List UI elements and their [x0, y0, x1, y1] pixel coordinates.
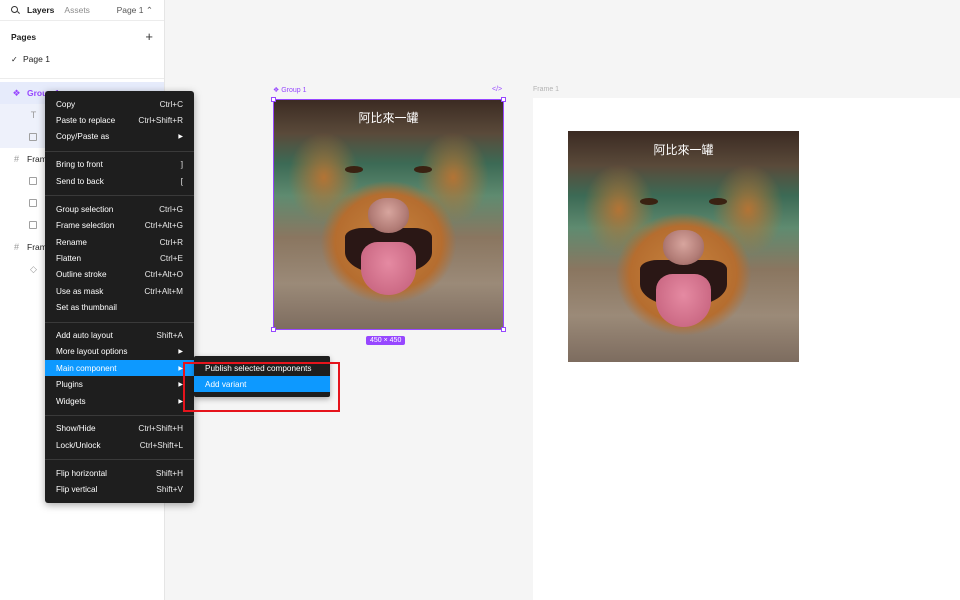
- add-page-icon[interactable]: +: [145, 30, 153, 43]
- menu-item-shortcut: [: [180, 176, 183, 186]
- menu-item-label: Use as mask: [56, 286, 104, 296]
- menu-item-show-hide[interactable]: Show/Hide Ctrl+Shift+H: [45, 420, 194, 436]
- menu-item-label: Show/Hide: [56, 423, 96, 433]
- menu-item-shortcut: Shift+A: [156, 330, 183, 340]
- menu-item-shortcut: Ctrl+G: [159, 204, 183, 214]
- menu-item-shortcut: Ctrl+Alt+M: [144, 286, 183, 296]
- menu-item-copy[interactable]: Copy Ctrl+C: [45, 96, 194, 112]
- menu-item-shortcut: Ctrl+Alt+G: [144, 220, 183, 230]
- image-caption: 阿比來一罐: [653, 143, 714, 157]
- page-selector[interactable]: Page 1 ⌃: [117, 5, 153, 16]
- diamond-icon: ◇: [30, 263, 37, 274]
- group-label[interactable]: ❖ Group 1: [273, 86, 307, 94]
- resize-handle[interactable]: [271, 97, 276, 102]
- page-item-label: Page 1: [23, 54, 50, 64]
- menu-item-label: Lock/Unlock: [56, 440, 101, 450]
- menu-item-flip-horizontal[interactable]: Flip horizontal Shift+H: [45, 465, 194, 481]
- menu-item-label: Flip horizontal: [56, 468, 107, 478]
- menu-item-label: Set as thumbnail: [56, 302, 117, 312]
- menu-item-outline-stroke[interactable]: Outline stroke Ctrl+Alt+O: [45, 266, 194, 282]
- menu-item-widgets[interactable]: Widgets ▶: [45, 393, 194, 409]
- panel-header: Layers Assets Page 1 ⌃: [0, 0, 164, 21]
- divider: [0, 78, 164, 79]
- menu-item-shortcut: Ctrl+E: [160, 253, 183, 263]
- menu-separator: [45, 415, 194, 416]
- code-icon[interactable]: </>: [492, 86, 502, 93]
- image-icon: [29, 221, 37, 229]
- image-icon: [29, 133, 37, 141]
- menu-item-shortcut: Ctrl+Shift+L: [139, 440, 183, 450]
- menu-item-group-selection[interactable]: Group selection Ctrl+G: [45, 201, 194, 217]
- menu-item-plugins[interactable]: Plugins ▶: [45, 376, 194, 392]
- menu-item-flip-vertical[interactable]: Flip vertical Shift+V: [45, 481, 194, 497]
- menu-item-flatten[interactable]: Flatten Ctrl+E: [45, 250, 194, 266]
- menu-item-more-layout-options[interactable]: More layout options ▶: [45, 343, 194, 359]
- tab-layers[interactable]: Layers: [27, 5, 54, 15]
- menu-item-label: Widgets: [56, 396, 86, 406]
- menu-item-shortcut: Ctrl+R: [159, 237, 183, 247]
- menu-item-shortcut: Ctrl+C: [159, 99, 183, 109]
- menu-item-label: Bring to front: [56, 159, 103, 169]
- menu-separator: [45, 459, 194, 460]
- frame-icon: #: [13, 153, 19, 164]
- menu-item-label: Add auto layout: [56, 330, 113, 340]
- menu-item-set-as-thumbnail[interactable]: Set as thumbnail: [45, 299, 194, 315]
- frame-label[interactable]: Frame 1: [533, 86, 559, 93]
- menu-item-shortcut: ]: [180, 159, 183, 169]
- dog-image[interactable]: 阿比來一罐: [568, 131, 799, 362]
- tab-assets[interactable]: Assets: [64, 5, 90, 15]
- menu-item-frame-selection[interactable]: Frame selection Ctrl+Alt+G: [45, 217, 194, 233]
- menu-item-shortcut: Ctrl+Alt+O: [144, 269, 183, 279]
- menu-item-label: Main component: [56, 363, 117, 373]
- search-icon[interactable]: [11, 5, 20, 15]
- text-icon: T: [30, 109, 37, 120]
- resize-handle[interactable]: [271, 327, 276, 332]
- menu-item-label: Flatten: [56, 253, 82, 263]
- menu-item-label: Plugins: [56, 379, 83, 389]
- menu-item-label: Flip vertical: [56, 484, 98, 494]
- selection-box: [273, 99, 504, 330]
- menu-separator: [45, 322, 194, 323]
- image-icon: [29, 199, 37, 207]
- menu-item-label: More layout options: [56, 346, 128, 356]
- menu-item-label: Paste to replace: [56, 115, 116, 125]
- menu-item-shortcut: Ctrl+Shift+H: [138, 423, 183, 433]
- menu-item-paste-to-replace[interactable]: Paste to replace Ctrl+Shift+R: [45, 112, 194, 128]
- image-icon: [29, 177, 37, 185]
- chevron-right-icon: ▶: [178, 348, 183, 355]
- menu-item-main-component[interactable]: Main component ▶: [45, 360, 194, 376]
- menu-item-label: Copy: [56, 99, 76, 109]
- page-item[interactable]: ✓ Page 1: [11, 54, 50, 64]
- menu-separator: [45, 195, 194, 196]
- menu-item-use-as-mask[interactable]: Use as mask Ctrl+Alt+M: [45, 283, 194, 299]
- menu-item-bring-to-front[interactable]: Bring to front]: [45, 156, 194, 172]
- menu-item-rename[interactable]: Rename Ctrl+R: [45, 234, 194, 250]
- highlight-annotation: [183, 362, 340, 412]
- menu-item-add-auto-layout[interactable]: Add auto layout Shift+A: [45, 327, 194, 343]
- chevron-right-icon: ▶: [178, 133, 183, 140]
- menu-item-lock-unlock[interactable]: Lock/Unlock Ctrl+Shift+L: [45, 437, 194, 453]
- menu-item-label: Group selection: [56, 204, 114, 214]
- menu-item-label: Rename: [56, 237, 87, 247]
- menu-item-label: Copy/Paste as: [56, 131, 110, 141]
- menu-item-label: Send to back: [56, 176, 104, 186]
- menu-item-label: Frame selection: [56, 220, 115, 230]
- component-icon: ❖: [12, 87, 21, 98]
- frame-icon: #: [13, 241, 19, 252]
- resize-handle[interactable]: [501, 327, 506, 332]
- menu-item-send-to-back[interactable]: Send to back [: [45, 173, 194, 189]
- pages-header: Pages +: [11, 30, 153, 43]
- size-badge: 450 × 450: [366, 336, 406, 345]
- menu-item-shortcut: Shift+V: [156, 484, 183, 494]
- menu-separator: [45, 151, 194, 152]
- pages-label: Pages: [11, 31, 37, 42]
- menu-item-shortcut: Shift+H: [155, 468, 183, 478]
- context-menu: Copy Ctrl+C Paste to replace Ctrl+Shift+R …: [45, 91, 194, 503]
- check-icon: ✓: [11, 54, 18, 64]
- resize-handle[interactable]: [501, 97, 506, 102]
- menu-item-copy-paste-as[interactable]: Copy/Paste as ▶: [45, 128, 194, 144]
- menu-item-label: Outline stroke: [56, 269, 107, 279]
- menu-item-shortcut: Ctrl+Shift+R: [138, 115, 183, 125]
- canvas[interactable]: Frame 1 ❖ Group 1 </> 阿比來一罐 450 × 450 阿比…: [165, 0, 960, 600]
